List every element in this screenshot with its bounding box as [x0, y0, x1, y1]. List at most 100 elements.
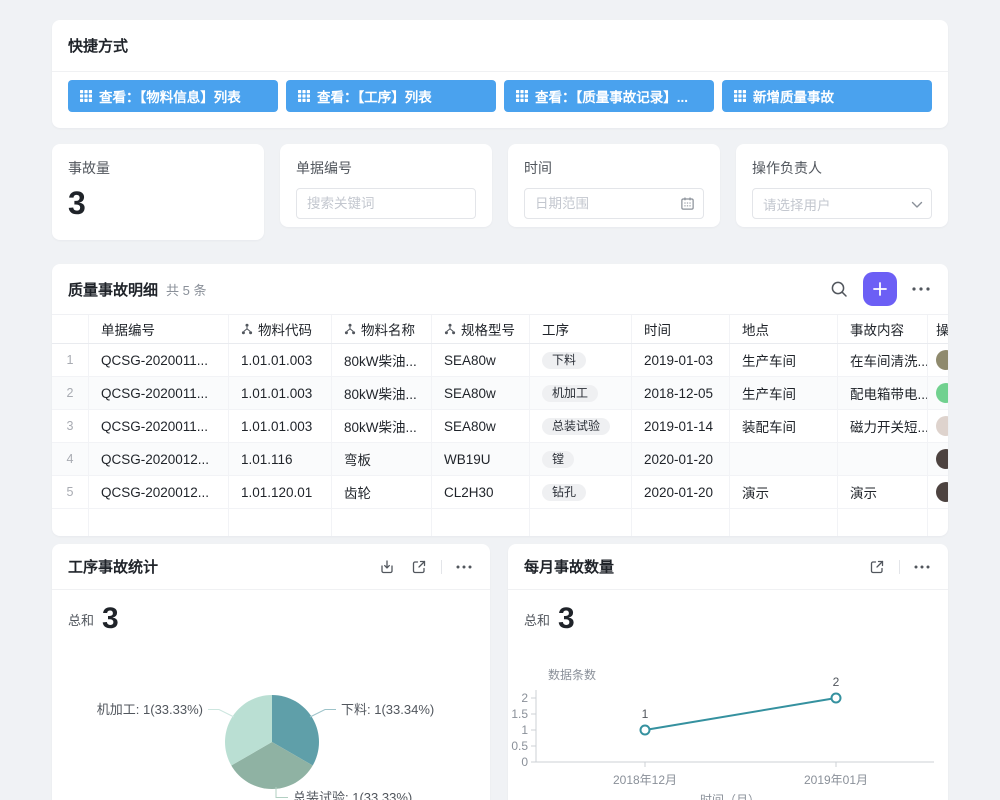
shortcut-button-label: 查看：【工序】列表 [317, 86, 432, 106]
process-tag: 总装试验 [542, 418, 610, 435]
cell-spec-model: CL2H30 [432, 476, 530, 508]
cell-operator [928, 344, 948, 376]
cell-spec-model: SEA80w [432, 377, 530, 409]
table-row[interactable]: 2 QCSG-2020011... 1.01.01.003 80kW柴油... … [52, 377, 948, 410]
cell-process: 钻孔 [530, 476, 632, 508]
line-card-header: 每月事故数量 [508, 544, 948, 590]
column-header-material-code[interactable]: 物料代码 [229, 315, 332, 343]
avatar [936, 416, 948, 436]
cell-doc-no: QCSG-2020012... [89, 443, 229, 475]
cell-time: 2018-12-05 [632, 377, 730, 409]
operator-select[interactable]: 请选择用户 [752, 188, 932, 219]
monthly-line-chart: 数据条数 2 1.5 1 0.5 0 1 2 2018年12月 2019年01月… [508, 644, 948, 800]
shortcut-button-label: 查看：【质量事故记录】... [535, 86, 688, 106]
avatar [936, 449, 948, 469]
process-tag: 机加工 [542, 385, 598, 402]
cell-process: 总装试验 [530, 410, 632, 442]
cell-content: 在车间清洗... [838, 344, 928, 376]
process-tag: 钻孔 [542, 484, 586, 501]
pie-more-button[interactable] [454, 563, 474, 571]
table-row[interactable]: 4 QCSG-2020012... 1.01.116 弯板 WB19U 镗 20… [52, 443, 948, 476]
data-point[interactable] [641, 726, 650, 735]
incident-count-card: 事故量 3 [52, 144, 264, 240]
cell-material-name: 弯板 [332, 443, 432, 475]
process-pie-chart: 下料: 1(33.34%) 机加工: 1(33.33%) 总装试验: 1(33.… [52, 644, 490, 800]
apps-grid-icon [80, 90, 92, 102]
ellipsis-icon [914, 565, 930, 569]
cell-material-code: 1.01.120.01 [229, 476, 332, 508]
cell-operator [928, 410, 948, 442]
table-column-header-row: 单据编号 物料代码 物料名称 规格型号 工序 时间 地点 事故内容 操作负责人 [52, 314, 948, 344]
operator-label: 操作负责人 [752, 158, 932, 178]
time-filter-card: 时间 [508, 144, 720, 227]
add-record-button[interactable] [863, 272, 897, 306]
table-row[interactable]: 5 QCSG-2020012... 1.01.120.01 齿轮 CL2H30 … [52, 476, 948, 509]
shortcut-button-label: 查看：【物料信息】列表 [99, 86, 241, 106]
open-chart-button[interactable] [409, 557, 429, 577]
table-more-button[interactable] [910, 285, 932, 293]
column-header-material-name[interactable]: 物料名称 [332, 315, 432, 343]
cell-doc-no: QCSG-2020011... [89, 377, 229, 409]
avatar [936, 482, 948, 502]
cell-material-code: 1.01.01.003 [229, 377, 332, 409]
cell-doc-no: QCSG-2020011... [89, 344, 229, 376]
shortcuts-button-row: 查看：【物料信息】列表 查看：【工序】列表 查看：【质量事故记录】... 新增质… [52, 72, 948, 112]
data-point[interactable] [832, 694, 841, 703]
cell-content: 配电箱带电... [838, 377, 928, 409]
column-header-row-number [52, 315, 89, 343]
open-chart-button[interactable] [867, 557, 887, 577]
table-row[interactable]: 1 QCSG-2020011... 1.01.01.003 80kW柴油... … [52, 344, 948, 377]
y-tick-label: 2 [521, 691, 528, 705]
doc-no-label: 单据编号 [296, 158, 476, 178]
sum-value: 3 [558, 604, 575, 634]
column-header-operator[interactable]: 操作负责人 [928, 315, 948, 343]
cell-material-name: 80kW柴油... [332, 377, 432, 409]
cell-material-name: 齿轮 [332, 476, 432, 508]
ellipsis-icon [912, 287, 930, 291]
pie-label-xiala: 下料: 1(33.34%) [341, 702, 434, 717]
column-header-time[interactable]: 时间 [632, 315, 730, 343]
cell-doc-no: QCSG-2020012... [89, 476, 229, 508]
relation-field-icon [241, 323, 253, 335]
shortcut-view-incident-records-button[interactable]: 查看：【质量事故记录】... [504, 80, 714, 112]
y-axis-title: 数据条数 [548, 667, 596, 682]
pie-label-line [208, 710, 234, 718]
table-header-bar: 质量事故明细 共 5 条 [52, 264, 948, 314]
x-tick-label: 2019年01月 [804, 773, 868, 787]
column-header-spec-model[interactable]: 规格型号 [432, 315, 530, 343]
pie-card-header: 工序事故统计 [52, 544, 490, 590]
download-chart-button[interactable] [377, 557, 397, 577]
cell-material-name: 80kW柴油... [332, 344, 432, 376]
line-sum: 总和 3 [524, 604, 575, 634]
date-range-input[interactable] [524, 188, 704, 219]
time-label: 时间 [524, 158, 704, 178]
shortcut-view-process-list-button[interactable]: 查看：【工序】列表 [286, 80, 496, 112]
column-header-process[interactable]: 工序 [530, 315, 632, 343]
table-title: 质量事故明细 [68, 279, 158, 300]
column-header-content[interactable]: 事故内容 [838, 315, 928, 343]
cell-material-name: 80kW柴油... [332, 410, 432, 442]
doc-no-search-input[interactable] [296, 188, 476, 219]
column-header-place[interactable]: 地点 [730, 315, 838, 343]
shortcuts-card: 快捷方式 查看：【物料信息】列表 查看：【工序】列表 查看：【质量事故记录】..… [52, 20, 948, 128]
y-tick-label: 0 [521, 755, 528, 769]
cell-place [730, 443, 838, 475]
ellipsis-icon [456, 565, 472, 569]
cell-operator [928, 377, 948, 409]
column-header-doc-no[interactable]: 单据编号 [89, 315, 229, 343]
cell-place: 演示 [730, 476, 838, 508]
plus-icon [873, 282, 887, 296]
shortcut-add-incident-button[interactable]: 新增质量事故 [722, 80, 932, 112]
search-button[interactable] [828, 278, 850, 300]
cell-process: 下料 [530, 344, 632, 376]
line-more-button[interactable] [912, 563, 932, 571]
table-row[interactable]: 3 QCSG-2020011... 1.01.01.003 80kW柴油... … [52, 410, 948, 443]
cell-process: 镗 [530, 443, 632, 475]
apps-grid-icon [298, 90, 310, 102]
cell-operator [928, 476, 948, 508]
cell-content: 演示 [838, 476, 928, 508]
cell-place: 生产车间 [730, 377, 838, 409]
line-chart-title: 每月事故数量 [524, 556, 614, 577]
cell-time: 2020-01-20 [632, 476, 730, 508]
shortcut-view-material-list-button[interactable]: 查看：【物料信息】列表 [68, 80, 278, 112]
